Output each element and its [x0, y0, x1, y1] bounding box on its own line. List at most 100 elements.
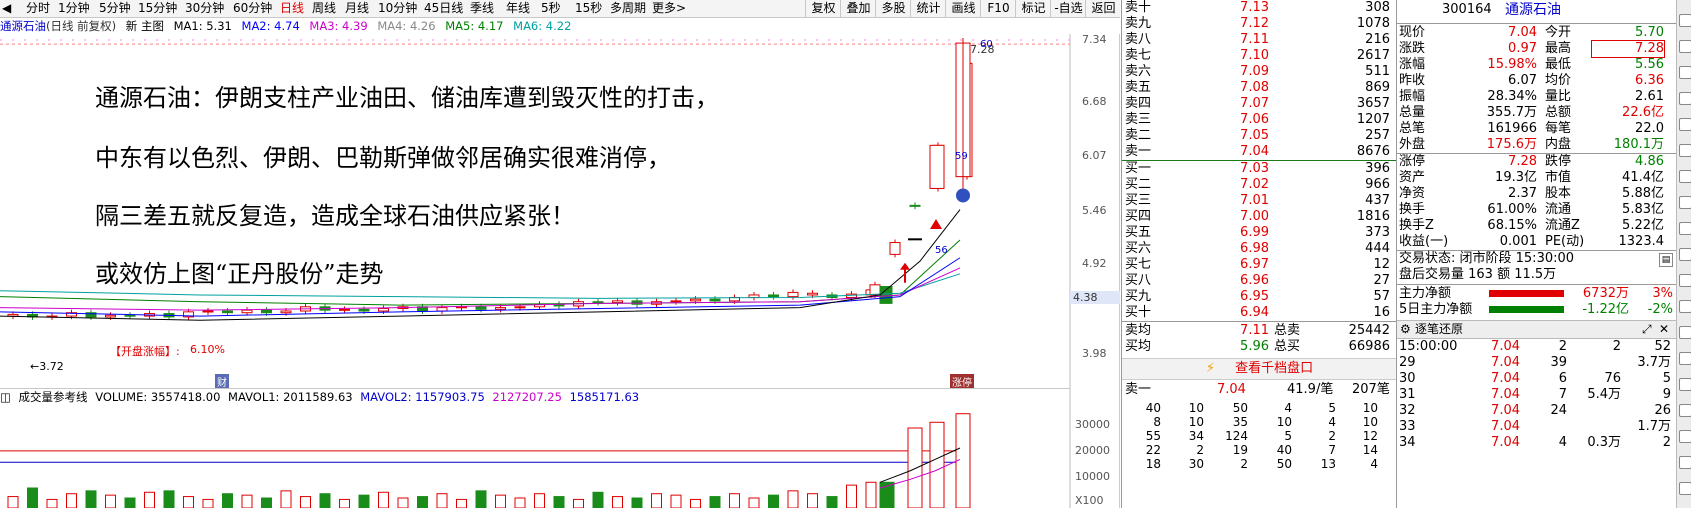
bid-row[interactable]: 买六 6.98 444	[1122, 241, 1392, 257]
ask-row[interactable]: 卖一 7.04 8676	[1122, 144, 1392, 160]
period-tab-12[interactable]: 年线	[506, 1, 530, 16]
period-tab-2[interactable]: 5分钟	[99, 1, 131, 16]
gear-icon[interactable]: ⚙	[1400, 321, 1411, 338]
side-tool-icon[interactable]	[1679, 456, 1691, 469]
candle-body	[124, 314, 136, 317]
side-tool-icon[interactable]	[1679, 14, 1691, 27]
period-tab-10[interactable]: 45日线	[424, 1, 463, 16]
candle-body	[909, 204, 921, 207]
level-price: 7.00	[1240, 209, 1269, 224]
period-tab-4[interactable]: 30分钟	[185, 1, 224, 16]
expand-icon[interactable]: ⤢	[1642, 321, 1652, 338]
period-tab-6[interactable]: 日线	[280, 1, 304, 16]
period-tab-1[interactable]: 1分钟	[58, 1, 90, 16]
toolbar-button-6[interactable]: 标记	[1015, 0, 1051, 17]
limit-up-tag[interactable]: 涨停	[950, 374, 974, 389]
period-tab-5[interactable]: 60分钟	[233, 1, 272, 16]
side-tool-icon[interactable]	[1679, 66, 1691, 79]
volume-bar	[105, 494, 116, 508]
mavol3-value: 2127207.25	[492, 390, 562, 404]
bid-row[interactable]: 买九 6.95 57	[1122, 289, 1392, 305]
level-price: 7.12	[1240, 16, 1269, 31]
volume-indicator-icon[interactable]: ◫	[0, 390, 11, 404]
view-1000-depth-button[interactable]: ⚡ 查看千档盘口	[1122, 358, 1397, 380]
quote-value-2: 2.61	[1635, 89, 1664, 104]
toolbar-button-3[interactable]: 统计	[910, 0, 946, 17]
toolbar-button-4[interactable]: 画线	[945, 0, 981, 17]
bid-row[interactable]: 买一 7.03 396	[1122, 161, 1392, 177]
bid-row[interactable]: 买四 7.00 1816	[1122, 209, 1392, 225]
toolbar-button-5[interactable]: F10	[980, 0, 1016, 17]
toolbar-button-1[interactable]: 叠加	[840, 0, 876, 17]
ask-row[interactable]: 卖三 7.06 1207	[1122, 112, 1392, 128]
volume-bar	[397, 497, 409, 508]
period-tab-15[interactable]: 多周期	[610, 1, 646, 16]
main-chart-toggle[interactable]: 新 主图	[126, 19, 164, 33]
ask-row[interactable]: 卖七 7.10 2617	[1122, 48, 1392, 64]
ma6-value: MA6: 4.22	[513, 19, 572, 33]
toolbar-menu-icon[interactable]: ◀	[2, 1, 11, 16]
doji-candle	[908, 238, 922, 241]
close-icon[interactable]: ✕	[1659, 321, 1669, 338]
side-tool-icon[interactable]	[1679, 430, 1691, 443]
ask-row[interactable]: 卖六 7.09 511	[1122, 64, 1392, 80]
bid-row[interactable]: 买十 6.94 16	[1122, 305, 1392, 321]
period-tab-9[interactable]: 10分钟	[378, 1, 417, 16]
finance-tag[interactable]: 财	[215, 374, 229, 389]
ask-row[interactable]: 卖八 7.11 216	[1122, 32, 1392, 48]
ask-row[interactable]: 卖五 7.08 869	[1122, 80, 1392, 96]
quote-row: 换手 61.00% 流通 5.83亿	[1397, 202, 1677, 218]
period-tab-14[interactable]: 15秒	[575, 1, 602, 16]
ask-row[interactable]: 卖九 7.12 1078	[1122, 16, 1392, 32]
toolbar-button-7[interactable]: -自选	[1050, 0, 1086, 17]
tick-cell: 4	[1558, 435, 1567, 450]
side-tool-icon[interactable]	[1679, 352, 1691, 365]
period-tab-11[interactable]: 季线	[470, 1, 494, 16]
period-tab-0[interactable]: 分时	[26, 1, 50, 16]
tick-cell: 31	[1399, 387, 1416, 402]
side-tool-icon[interactable]	[1679, 378, 1691, 391]
ask-row[interactable]: 卖二 7.05 257	[1122, 128, 1392, 144]
period-tab-7[interactable]: 周线	[312, 1, 336, 16]
side-tool-icon[interactable]	[1679, 274, 1691, 287]
side-tool-icon[interactable]	[1679, 170, 1691, 183]
level-label: 买四	[1125, 209, 1152, 224]
side-tool-icon[interactable]	[1679, 144, 1691, 157]
bid-row[interactable]: 买七 6.97 12	[1122, 257, 1392, 273]
volume-bar	[85, 490, 97, 508]
side-tool-icon[interactable]	[1679, 118, 1691, 131]
bid-row[interactable]: 买三 7.01 437	[1122, 193, 1392, 209]
ma2-value: MA2: 4.74	[241, 19, 300, 33]
quote-row: 涨跌 0.97 最高 7.28	[1397, 40, 1677, 58]
volume-bar	[573, 498, 584, 508]
ask-row[interactable]: 卖四 7.07 3657	[1122, 96, 1392, 112]
period-tab-13[interactable]: 5秒	[541, 1, 561, 16]
toolbar-button-8[interactable]: 返回	[1085, 0, 1121, 17]
quote-value-2: 22.6亿	[1622, 105, 1664, 120]
net-bar	[1489, 290, 1564, 297]
level-label: 卖九	[1125, 16, 1152, 31]
side-tool-icon[interactable]	[1679, 222, 1691, 235]
bid-row[interactable]: 买二 7.02 966	[1122, 177, 1392, 193]
bid-row[interactable]: 买五 6.99 373	[1122, 225, 1392, 241]
side-tool-icon[interactable]	[1679, 196, 1691, 209]
level-volume: 3657	[1356, 96, 1390, 111]
period-tab-8[interactable]: 月线	[345, 1, 369, 16]
toolbar-button-0[interactable]: 复权	[805, 0, 841, 17]
side-tool-icon[interactable]	[1679, 326, 1691, 339]
side-tool-icon[interactable]	[1679, 404, 1691, 417]
side-tool-icon[interactable]	[1679, 92, 1691, 105]
side-tool-icon[interactable]	[1679, 248, 1691, 261]
bid-row[interactable]: 买八 6.96 27	[1122, 273, 1392, 289]
side-tool-icon[interactable]	[1679, 40, 1691, 53]
toolbar-button-2[interactable]: 多股	[875, 0, 911, 17]
quote-label: 资产	[1399, 170, 1426, 185]
volume-bar	[124, 497, 136, 508]
net-bar	[1489, 306, 1564, 313]
period-tab-3[interactable]: 15分钟	[138, 1, 177, 16]
ask-row[interactable]: 卖十 7.13 308	[1122, 0, 1392, 16]
side-tool-icon[interactable]	[1679, 300, 1691, 313]
side-tool-icon[interactable]	[1679, 482, 1691, 495]
info-icon[interactable]: ▤	[1659, 253, 1673, 267]
period-tab-16[interactable]: 更多>	[652, 1, 686, 16]
